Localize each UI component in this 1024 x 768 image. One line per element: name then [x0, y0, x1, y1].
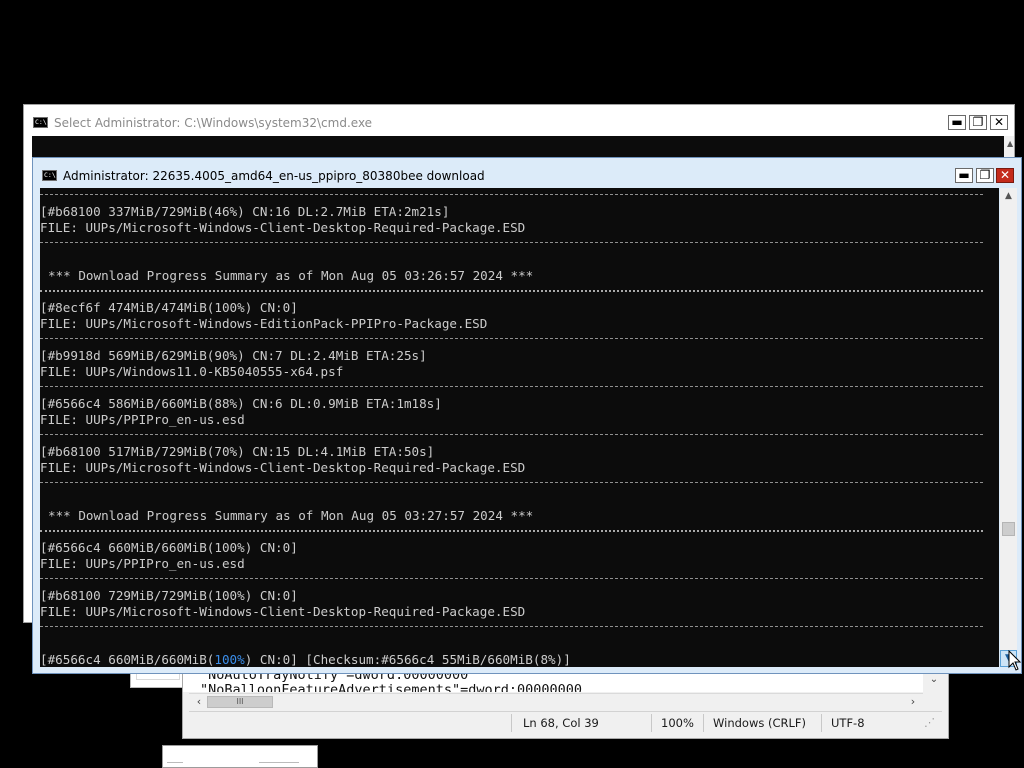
separator-line	[40, 626, 983, 627]
file-line: FILE: UUPs/Microsoft-Windows-Client-Desk…	[40, 220, 526, 235]
cmd-icon: C:\	[42, 170, 57, 181]
scroll-thumb[interactable]	[1002, 522, 1015, 536]
file-line: FILE: UUPs/Microsoft-Windows-Client-Desk…	[40, 604, 526, 619]
notepad-window[interactable]: "NoAutoTrayNotify"=dword:00000000 "NoBal…	[182, 666, 949, 739]
notepad-horizontal-scrollbar[interactable]: ‹ III ›	[189, 693, 923, 710]
fragment-line	[259, 762, 299, 763]
progress-line: [#b9918d 569MiB/629MiB(90%) CN:7 DL:2.4M…	[40, 348, 427, 363]
status-divider	[821, 714, 822, 732]
progress-line: [#b68100 729MiB/729MiB(100%) CN:0]	[40, 588, 298, 603]
status-divider	[651, 714, 652, 732]
checksum-line: [#6566c4 660MiB/660MiB(100%) CN:0] [Chec…	[40, 652, 571, 667]
close-button[interactable]: ✕	[990, 115, 1008, 130]
background-window-fragment[interactable]	[162, 745, 318, 768]
separator-line	[40, 434, 983, 435]
progress-line: [#8ecf6f 474MiB/474MiB(100%) CN:0]	[40, 300, 298, 315]
minimize-button[interactable]: ▬	[955, 168, 973, 183]
chevron-down-icon[interactable]: ⌄	[929, 675, 939, 685]
progress-line: [#b68100 517MiB/729MiB(70%) CN:15 DL:4.1…	[40, 444, 435, 459]
console-output[interactable]: [#b68100 337MiB/729MiB(46%) CN:16 DL:2.7…	[40, 188, 999, 667]
separator-line	[40, 578, 983, 579]
cmd-icon: C:\	[33, 117, 48, 128]
separator-line	[40, 530, 983, 532]
checksum-line-cn: ) CN:0	[244, 652, 291, 667]
encoding: UTF-8	[831, 716, 865, 730]
summary-heading: *** Download Progress Summary as of Mon …	[48, 268, 534, 283]
file-line: FILE: UUPs/Microsoft-Windows-EditionPack…	[40, 316, 488, 331]
separator-line	[40, 338, 983, 339]
progress-line: [#b68100 337MiB/729MiB(46%) CN:16 DL:2.7…	[40, 204, 450, 219]
line-ending: Windows (CRLF)	[713, 716, 807, 730]
status-divider	[511, 714, 512, 732]
close-button[interactable]: ✕	[996, 168, 1014, 183]
file-line: FILE: UUPs/Microsoft-Windows-Client-Desk…	[40, 460, 526, 475]
maximize-button[interactable]: ❐	[976, 168, 994, 183]
zoom-level: 100%	[661, 716, 694, 730]
notepad-line: "NoBalloonFeatureAdvertisements"=dword:0…	[200, 682, 583, 692]
scroll-right-button[interactable]: ›	[905, 694, 921, 710]
separator-line	[40, 194, 983, 195]
progress-line: [#6566c4 660MiB/660MiB(100%) CN:0]	[40, 540, 298, 555]
fragment-line	[167, 762, 183, 763]
console-vertical-scrollbar[interactable]: ▲ ▼	[1000, 188, 1017, 667]
notepad-status-bar: Ln 68, Col 39 100% Windows (CRLF) UTF-8 …	[189, 711, 942, 734]
status-divider	[703, 714, 704, 732]
mouse-cursor-icon	[1008, 650, 1022, 671]
scroll-up-button[interactable]: ▲	[1000, 188, 1017, 205]
back-title-bar[interactable]: C:\ Select Administrator: C:\Windows\sys…	[24, 105, 1014, 136]
scroll-up-icon[interactable]: ▲	[1007, 139, 1017, 149]
summary-heading: *** Download Progress Summary as of Mon …	[48, 508, 534, 523]
cursor-position: Ln 68, Col 39	[523, 716, 599, 730]
horizontal-scroll-thumb[interactable]: III	[207, 696, 273, 708]
back-window-title: Select Administrator: C:\Windows\system3…	[54, 116, 373, 130]
checksum-line-start: [#6566c4 660MiB/660MiB(	[40, 652, 215, 667]
maximize-button[interactable]: ❐	[969, 115, 987, 130]
checksum-line-status: ] [Checksum:#6566c4 55MiB/660MiB(8%)]	[290, 652, 571, 667]
scroll-left-button[interactable]: ‹	[191, 694, 207, 710]
checksum-line-percent: 100%	[214, 652, 245, 667]
resize-grip-icon[interactable]: ⋰	[924, 716, 938, 730]
file-line: FILE: UUPs/PPIPro_en-us.esd	[40, 556, 245, 571]
progress-line: [#6566c4 586MiB/660MiB(88%) CN:6 DL:0.9M…	[40, 396, 442, 411]
front-cmd-window[interactable]: C:\ Administrator: 22635.4005_amd64_en-u…	[32, 157, 1022, 674]
file-line: FILE: UUPs/PPIPro_en-us.esd	[40, 412, 245, 427]
separator-line	[40, 386, 983, 387]
separator-line	[40, 482, 983, 483]
separator-line	[40, 242, 983, 243]
separator-line	[40, 290, 983, 292]
front-title-bar[interactable]: C:\ Administrator: 22635.4005_amd64_en-u…	[33, 158, 1021, 189]
minimize-button[interactable]: ▬	[948, 115, 966, 130]
front-window-title: Administrator: 22635.4005_amd64_en-us_pp…	[63, 169, 485, 183]
file-line: FILE: UUPs/Windows11.0-KB5040555-x64.psf	[40, 364, 344, 379]
